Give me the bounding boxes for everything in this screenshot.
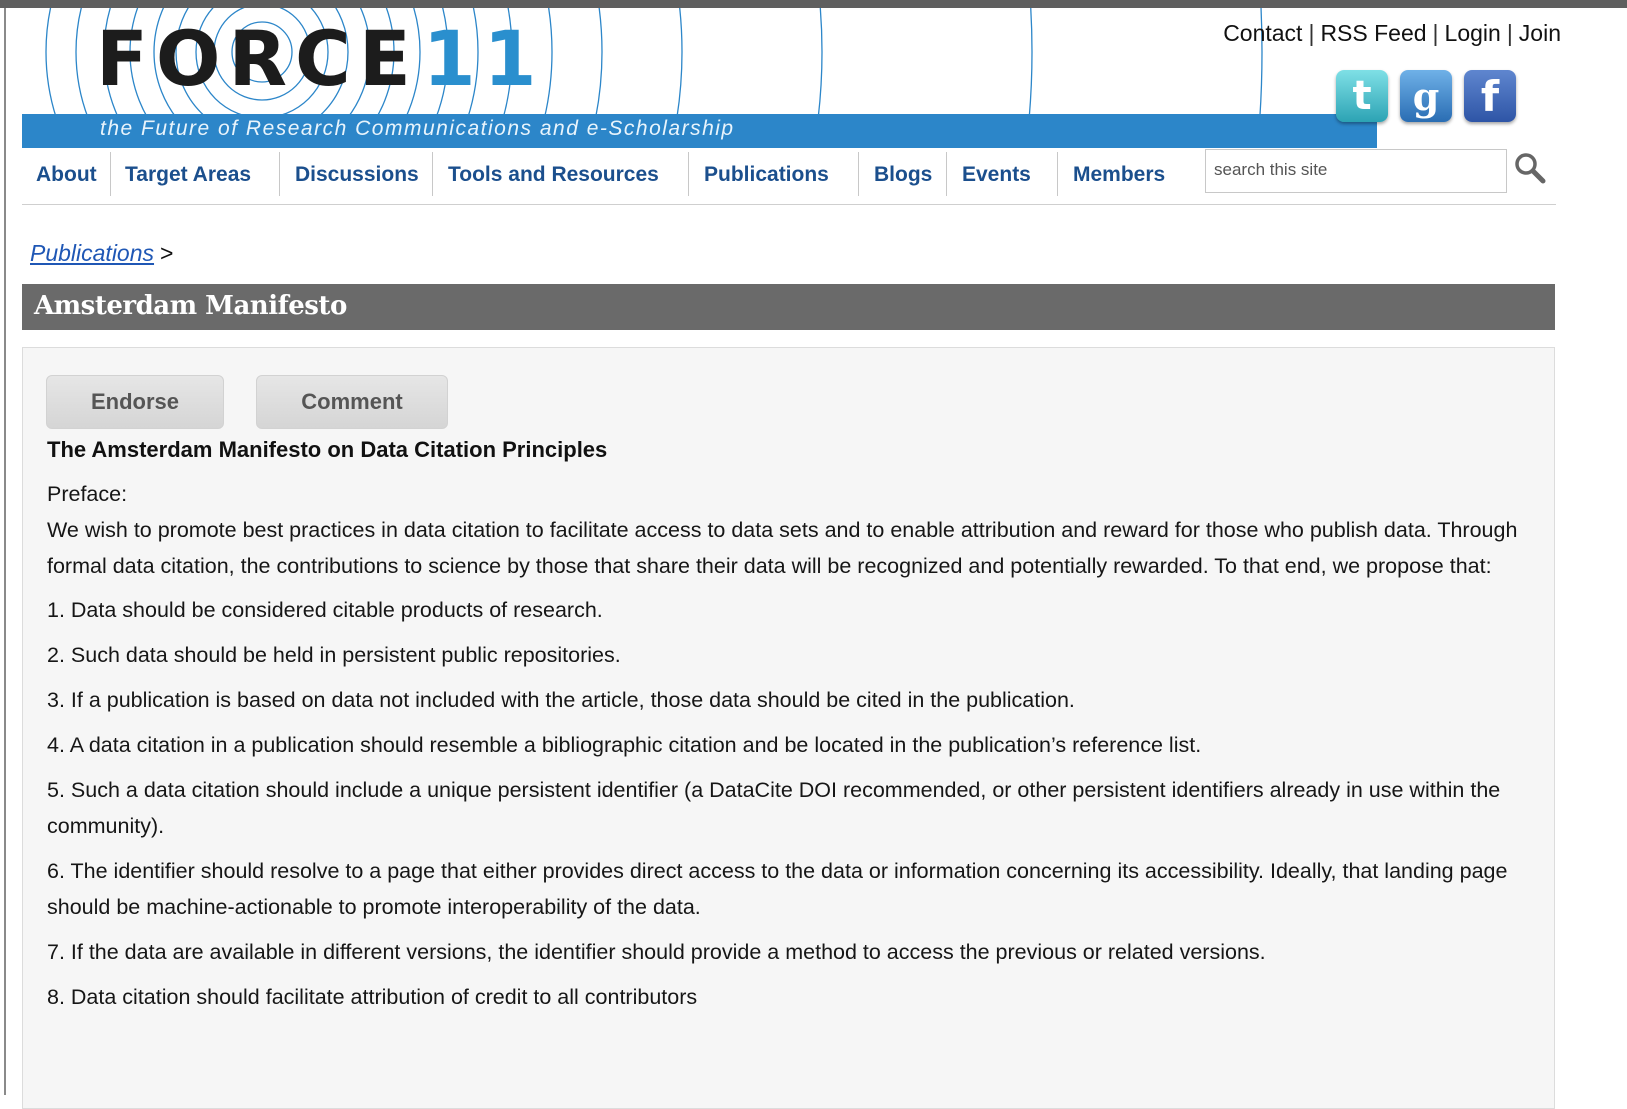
nav-item-events[interactable]: Events [962, 160, 1031, 194]
principle-item: 1. Data should be considered citable pro… [47, 598, 603, 622]
principle-item: 2. Such data should be held in persisten… [47, 643, 621, 667]
site-tagline: the Future of Research Communications an… [100, 117, 735, 140]
facebook-icon[interactable]: f [1464, 70, 1516, 122]
nav-item-about[interactable]: About [36, 160, 97, 194]
breadcrumb-separator: > [160, 240, 174, 266]
document-heading: The Amsterdam Manifesto on Data Citation… [47, 437, 608, 462]
nav-divider [1057, 152, 1058, 196]
logo-text: FORCE [96, 14, 419, 103]
nav-divider [688, 152, 689, 196]
left-edge-rule [4, 8, 6, 1095]
endorse-button[interactable]: Endorse [46, 375, 224, 429]
breadcrumb-publications-link[interactable]: Publications [30, 240, 154, 266]
principle-item: 6. The identifier should resolve to a pa… [47, 859, 1508, 919]
link-separator: | [1432, 20, 1439, 46]
rss-feed-link[interactable]: RSS Feed [1320, 20, 1426, 46]
page-title: Amsterdam Manifesto [34, 291, 347, 321]
breadcrumb: Publications > [30, 240, 173, 267]
nav-item-members[interactable]: Members [1073, 160, 1165, 194]
nav-item-publications[interactable]: Publications [704, 160, 829, 194]
window-top-bar [0, 0, 1627, 8]
nav-item-blogs[interactable]: Blogs [874, 160, 932, 194]
main-nav: About Target Areas Discussions Tools and… [22, 148, 1556, 205]
content-panel: Endorse Comment The Amsterdam Manifesto … [22, 347, 1555, 1109]
preface-label: Preface: [47, 482, 128, 506]
principle-item: 8. Data citation should facilitate attri… [47, 985, 698, 1009]
principle-item: 5. Such a data citation should include a… [47, 778, 1501, 838]
search-input[interactable] [1206, 150, 1502, 190]
preface-text: We wish to promote best practices in dat… [47, 518, 1518, 578]
magnifier-icon[interactable] [1512, 150, 1548, 186]
link-separator: | [1506, 20, 1513, 46]
principle-item: 4. A data citation in a publication shou… [47, 733, 1202, 757]
login-link[interactable]: Login [1445, 20, 1501, 46]
comment-button[interactable]: Comment [256, 375, 448, 429]
google-icon[interactable]: g [1400, 70, 1452, 122]
principle-item: 7. If the data are available in differen… [47, 940, 1266, 964]
nav-divider [432, 152, 433, 196]
nav-divider [858, 152, 859, 196]
join-link[interactable]: Join [1519, 20, 1561, 46]
search-box [1205, 149, 1507, 193]
nav-divider [946, 152, 947, 196]
nav-item-tools-and-resources[interactable]: Tools and Resources [448, 160, 659, 194]
link-separator: | [1308, 20, 1315, 46]
nav-divider [110, 152, 111, 196]
nav-divider [279, 152, 280, 196]
page-title-bar: Amsterdam Manifesto [22, 284, 1555, 330]
logo-number: 11 [422, 14, 545, 103]
principle-item: 3. If a publication is based on data not… [47, 688, 1075, 712]
contact-link[interactable]: Contact [1223, 20, 1302, 46]
top-links: Contact | RSS Feed | Login | Join [1223, 20, 1561, 47]
manifesto-document: The Amsterdam Manifesto on Data Citation… [47, 432, 1537, 1024]
nav-item-discussions[interactable]: Discussions [295, 160, 419, 194]
nav-item-target-areas[interactable]: Target Areas [125, 160, 251, 194]
site-logo[interactable]: FORCE11 [96, 14, 545, 104]
twitter-icon[interactable]: t [1336, 70, 1388, 122]
